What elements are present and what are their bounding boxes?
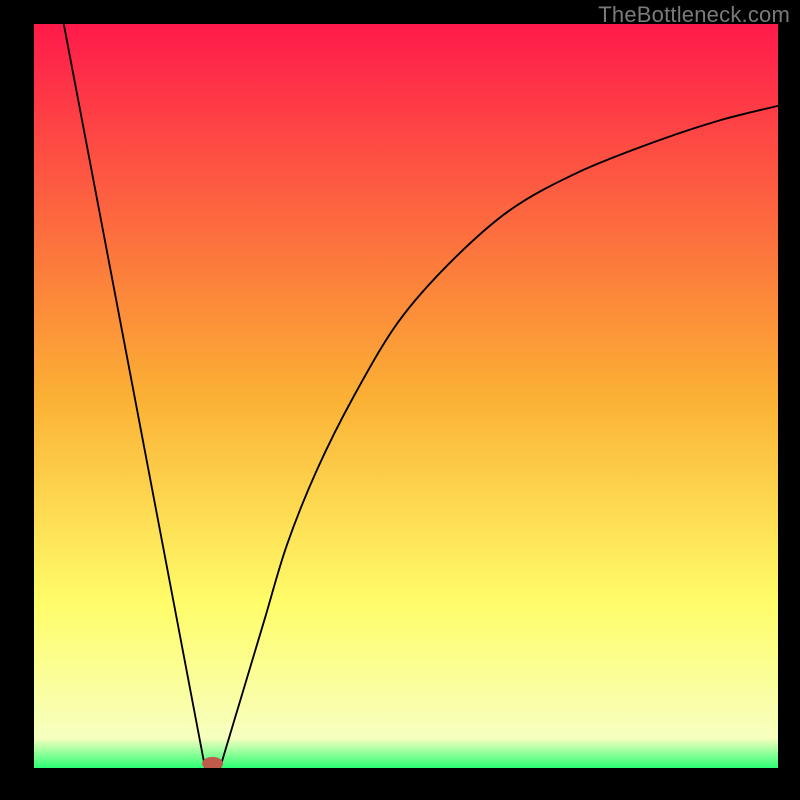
watermark-text: TheBottleneck.com xyxy=(598,2,790,28)
chart-plot-area xyxy=(34,24,778,768)
chart-svg xyxy=(34,24,778,768)
chart-background-gradient xyxy=(34,24,778,768)
chart-frame: TheBottleneck.com xyxy=(0,0,800,800)
